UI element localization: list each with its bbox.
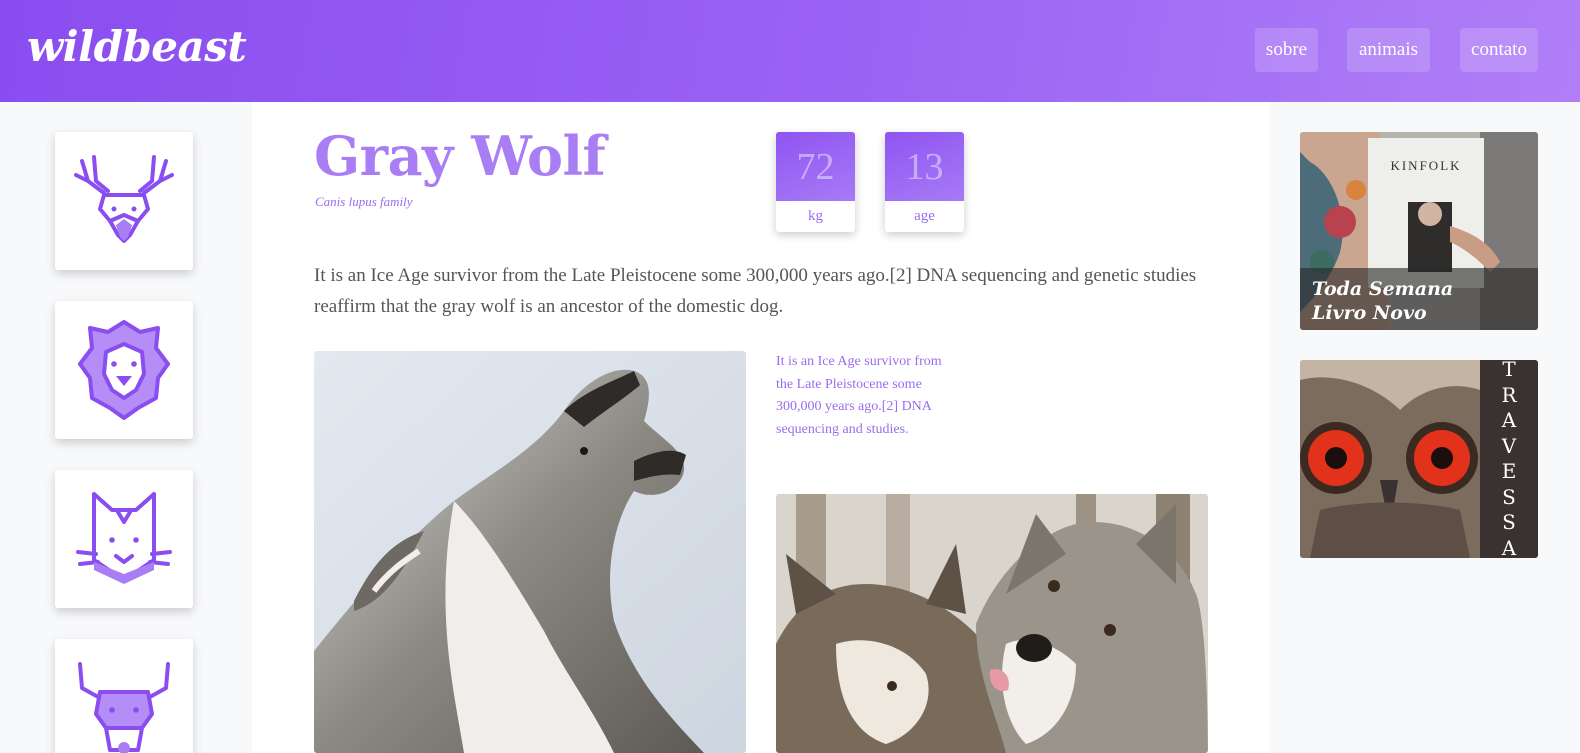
stat-age-value: 13 [885, 132, 964, 201]
stat-age-label: age [914, 208, 935, 224]
ad-kinfolk-caption: Toda Semana Livro Novo [1300, 268, 1538, 330]
ad-travessa-letter: A [1501, 535, 1517, 559]
site-header: wildbeast sobre animais contato [0, 0, 1580, 102]
cat-icon [76, 492, 172, 584]
ad-travessa-letter: A [1501, 408, 1517, 432]
ad-travessa[interactable]: T R A V E S S A [1300, 360, 1538, 558]
intro-paragraph: It is an Ice Age survivor from the Late … [314, 265, 1197, 317]
nav-animais-button[interactable]: animais [1347, 28, 1430, 72]
animal-card-deer[interactable] [55, 132, 193, 270]
site-logo[interactable]: wildbeast [27, 22, 247, 71]
animal-card-bull[interactable] [55, 639, 193, 753]
ad-kinfolk-book-title: KINFOLK [1390, 158, 1462, 173]
ad-kinfolk[interactable]: KINFOLK Toda Semana Livro Novo [1300, 132, 1538, 330]
animal-card-lion[interactable] [55, 301, 193, 439]
scientific-name: Canis lupus family [315, 194, 413, 209]
howling-wolf-photo [314, 351, 746, 753]
ad-travessa-letter: S [1502, 510, 1516, 534]
stat-weight-value: 72 [776, 132, 855, 201]
animal-sidebar [0, 102, 252, 753]
ad-travessa-vertical-text: T R A V E S S A [1480, 360, 1538, 558]
ad-kinfolk-caption-line2: Livro Novo [1312, 302, 1427, 324]
ad-kinfolk-caption-line1: Toda Semana [1312, 278, 1454, 300]
animal-card-cat[interactable] [55, 470, 193, 608]
nav-contato-button[interactable]: contato [1460, 28, 1538, 72]
ad-travessa-letter: S [1502, 484, 1516, 509]
bull-icon [78, 662, 170, 753]
ad-travessa-letter: E [1501, 459, 1517, 483]
stat-weight: 72 kg [776, 132, 855, 232]
ads-sidebar: KINFOLK Toda Semana Livro Novo T R A V E [1270, 102, 1580, 753]
stat-age: 13 age [885, 132, 964, 232]
deer-icon [74, 155, 174, 243]
animal-detail: Gray Wolf Canis lupus family 72 kg 13 ag… [252, 102, 1270, 753]
nav-sobre-button[interactable]: sobre [1255, 28, 1318, 72]
page-title: Gray Wolf [314, 124, 606, 188]
stat-weight-label: kg [808, 208, 823, 224]
two-wolves-photo [776, 494, 1208, 753]
ad-travessa-letter: V [1501, 433, 1517, 458]
ad-travessa-letter: R [1501, 382, 1517, 407]
side-note: It is an Ice Age survivor from the Late … [776, 354, 942, 437]
ad-travessa-letter: T [1502, 360, 1516, 381]
lion-icon [78, 320, 170, 420]
